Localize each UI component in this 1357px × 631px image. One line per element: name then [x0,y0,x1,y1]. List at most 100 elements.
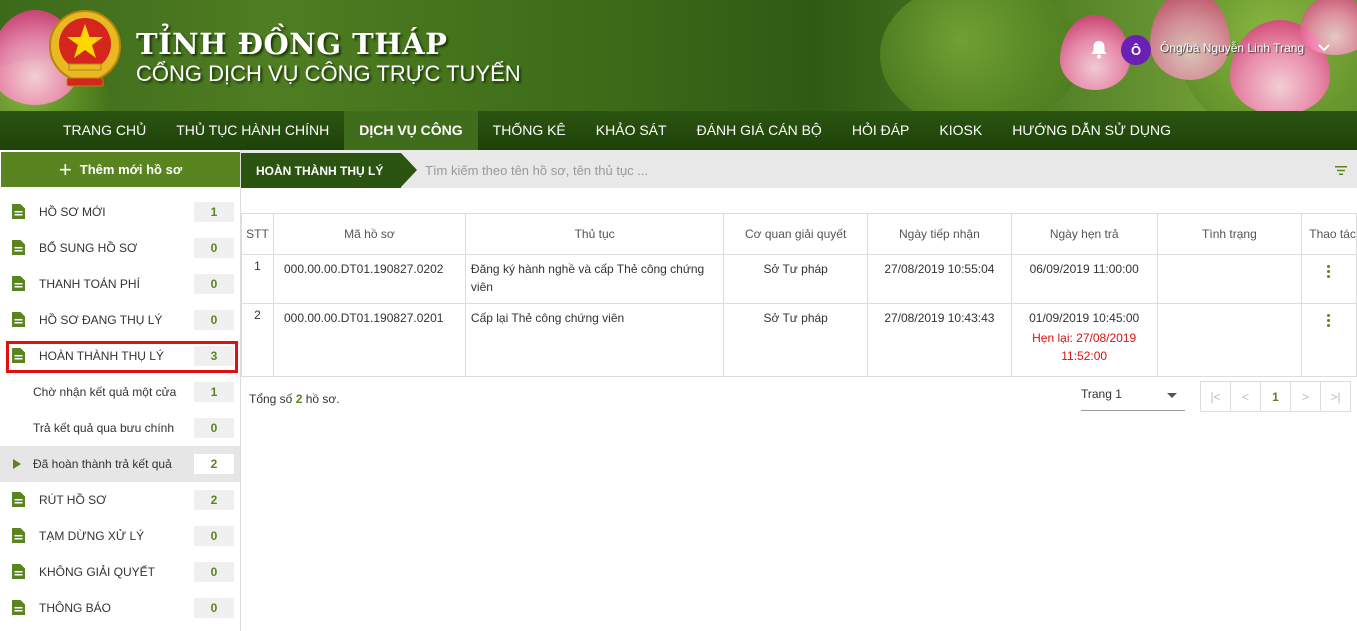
sidebar-item-fee-payment[interactable]: THANH TOÁN PHÍ 0 [0,266,240,302]
user-name[interactable]: Ông/bà Nguyễn Linh Trang [1160,41,1304,55]
total-count: 2 [295,392,303,406]
cell-record-code[interactable]: 000.00.00.DT01.190827.0201 [272,303,466,377]
column-header: Cơ quan giải quyết [723,213,868,255]
cell-stt: 2 [241,303,274,377]
sidebar-item-label: Đã hoàn thành trả kết quả [33,457,172,471]
cell-actions [1301,254,1357,304]
sidebar-item-label: Trả kết quả qua bưu chính [33,421,175,435]
sidebar-item-label: KHÔNG GIẢI QUYẾT [39,565,156,579]
document-icon [12,600,25,615]
sidebar-item-returned-results[interactable]: Đã hoàn thành trả kết quả 2 [0,446,240,482]
site-banner: TỈNH ĐỒNG THÁP CỔNG DỊCH VỤ CÔNG TRỰC TU… [0,0,1357,111]
site-title: TỈNH ĐỒNG THÁP [136,27,448,61]
document-icon [12,240,25,255]
sidebar-item-label: RÚT HỒ SƠ [39,493,107,507]
cell-record-code[interactable]: 000.00.00.DT01.190827.0202 [272,254,466,304]
table-row[interactable]: 1 000.00.00.DT01.190827.0202 Đăng ký hàn… [241,254,1357,304]
page-select[interactable]: Trang 1 [1081,381,1185,411]
plus-icon: + [58,156,72,182]
sidebar-item-postal-return[interactable]: Trả kết quả qua bưu chính 0 [0,410,240,446]
caret-down-icon [1167,393,1177,398]
count-badge: 0 [194,526,234,546]
cell-due-date: 01/09/2019 10:45:00 Hẹn lại: 27/08/2019 … [1010,303,1158,377]
count-badge: 0 [194,598,234,618]
sidebar-item-label: BỔ SUNG HỒ SƠ [39,241,138,255]
sidebar-item-in-process[interactable]: HỒ SƠ ĐANG THỤ LÝ 0 [0,302,240,338]
next-page-button[interactable]: > [1290,381,1321,412]
records-table: STT Mã hồ sơ Thủ tục Cơ quan giải quyết … [241,213,1357,377]
banner-leaf [880,0,1080,111]
sidebar-item-label: TẠM DỪNG XỬ LÝ [39,529,145,543]
nav-user-guide[interactable]: HƯỚNG DẪN SỬ DỤNG [997,111,1186,150]
cell-stt: 1 [241,254,274,304]
nav-survey[interactable]: KHẢO SÁT [581,111,682,150]
count-badge: 2 [194,490,234,510]
count-badge: 0 [194,418,234,438]
cell-actions [1301,303,1357,377]
column-header: Ngày hẹn trả [1010,213,1158,255]
sidebar-item-completed-processing[interactable]: HOÀN THÀNH THỤ LÝ 3 [0,338,240,374]
column-header: STT [241,213,274,255]
sidebar-item-supplement-records[interactable]: BỔ SUNG HỒ SƠ 0 [0,230,240,266]
document-icon [12,564,25,579]
sidebar-item-awaiting-one-stop[interactable]: Chờ nhận kết quả một cửa 1 [0,374,240,410]
total-records: Tổng số 2 hồ sơ. [249,392,340,406]
document-icon [12,348,25,363]
due-date-text: 01/09/2019 10:45:00 [1029,311,1140,325]
table-row[interactable]: 2 000.00.00.DT01.190827.0201 Cấp lại Thẻ… [241,303,1357,377]
sidebar-item-rejected[interactable]: KHÔNG GIẢI QUYẾT 0 [0,554,240,590]
sidebar-item-new-records[interactable]: HỒ SƠ MỚI 1 [0,194,240,230]
avatar[interactable]: Ô [1121,35,1151,65]
sidebar-item-label: HOÀN THÀNH THỤ LÝ [39,349,164,363]
nav-staff-evaluation[interactable]: ĐÁNH GIÁ CÁN BỘ [682,111,837,150]
cell-procedure: Đăng ký hành nghề và cấp Thẻ công chứng … [464,254,725,304]
table-header-row: STT Mã hồ sơ Thủ tục Cơ quan giải quyết … [241,213,1357,255]
site-subtitle: CỔNG DỊCH VỤ CÔNG TRỰC TUYẾN [136,61,521,86]
more-actions-icon[interactable] [1327,265,1331,280]
add-new-record-button[interactable]: + Thêm mới hồ sơ [1,152,240,187]
nav-administrative-procedures[interactable]: THỦ TỤC HÀNH CHÍNH [161,111,344,150]
document-icon [12,492,25,507]
count-badge: 2 [194,454,234,474]
page-select-value: Trang 1 [1081,387,1122,401]
document-icon [12,276,25,291]
total-prefix: Tổng số [249,392,293,406]
count-badge: 0 [194,274,234,294]
nav-statistics[interactable]: THỐNG KÊ [478,111,581,150]
sidebar-item-withdrawn[interactable]: RÚT HỒ SƠ 2 [0,482,240,518]
cell-received-date: 27/08/2019 10:43:43 [867,303,1012,377]
document-icon [12,204,25,219]
sidebar-item-label: HỒ SƠ ĐANG THỤ LÝ [39,313,163,327]
breadcrumb-bar: HOÀN THÀNH THỤ LÝ [241,150,1357,188]
last-page-button[interactable]: >| [1320,381,1351,412]
column-header: Tình trạng [1156,213,1303,255]
document-icon [12,312,25,327]
sidebar-item-label: THÔNG BÁO [39,601,112,615]
filter-icon[interactable] [1334,165,1348,176]
search-input[interactable] [425,159,1225,181]
sidebar-item-notifications[interactable]: THÔNG BÁO 0 [0,590,240,626]
main-nav: TRANG CHỦ THỦ TỤC HÀNH CHÍNH DỊCH VỤ CÔN… [0,111,1357,150]
sidebar-item-paused[interactable]: TẠM DỪNG XỬ LÝ 0 [0,518,240,554]
sidebar-item-label: THANH TOÁN PHÍ [39,277,140,291]
first-page-button[interactable]: |< [1200,381,1231,412]
count-badge: 1 [194,202,234,222]
column-header: Thao tác [1301,213,1357,255]
count-badge: 1 [194,382,234,402]
nav-public-services[interactable]: DỊCH VỤ CÔNG [344,111,478,150]
pagination: |< < 1 > >| [1200,381,1351,412]
chevron-down-icon[interactable] [1318,43,1330,53]
banner-lotus [1150,0,1230,80]
more-actions-icon[interactable] [1327,314,1331,329]
sidebar: + Thêm mới hồ sơ HỒ SƠ MỚI 1 BỔ SUNG HỒ … [0,150,241,631]
nav-kiosk[interactable]: KIOSK [924,111,997,150]
notification-bell-icon[interactable] [1089,39,1109,59]
prev-page-button[interactable]: < [1230,381,1261,412]
cell-agency: Sở Tư pháp [723,303,868,377]
column-header: Mã hồ sơ [272,213,466,255]
nav-home[interactable]: TRANG CHỦ [48,111,161,150]
nav-qa[interactable]: HỎI ĐÁP [837,111,925,150]
sidebar-item-label: Chờ nhận kết quả một cửa [33,385,177,399]
add-new-record-label: Thêm mới hồ sơ [79,162,183,177]
page-1-button[interactable]: 1 [1260,381,1291,412]
